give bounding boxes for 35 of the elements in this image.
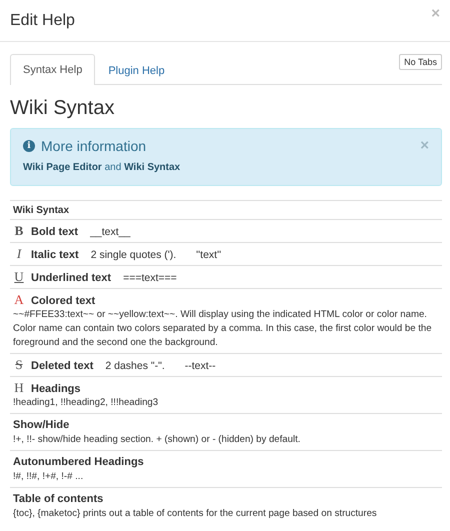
alert-text: Wiki Page Editor and Wiki Syntax: [23, 162, 182, 173]
syntax-example: 2 dashes "-".: [105, 359, 165, 374]
syntax-description: !+, !!- show/hide heading section. + (shown) or - (hidden) by default.: [13, 433, 302, 447]
syntax-label: Table of contents: [13, 492, 104, 507]
syntax-label: Headings: [31, 382, 81, 397]
dialog-title: Edit Help: [10, 12, 75, 30]
syntax-example: 2 single quotes (').: [90, 248, 176, 263]
alert-title: More information: [41, 138, 146, 154]
syntax-description: !heading1, !!heading2, !!!heading3: [13, 396, 160, 410]
syntax-description: !#, !!#, !+#, !-# ...: [13, 470, 84, 484]
syntax-example: __text__: [90, 225, 130, 240]
syntax-label: Bold text: [31, 225, 78, 240]
syntax-label: Colored text: [31, 294, 96, 309]
syntax-example: ''text'': [196, 248, 222, 263]
info-icon: i: [23, 140, 35, 152]
tab[interactable]: Syntax Help: [10, 54, 96, 85]
syntax-label: Deleted text: [31, 359, 94, 374]
table-header: Wiki Syntax: [13, 205, 70, 216]
format-icon: I: [13, 246, 25, 262]
syntax-label: Underlined text: [31, 271, 112, 286]
syntax-label: Autonumbered Headings: [13, 455, 144, 470]
page-heading: Wiki Syntax: [10, 97, 116, 120]
syntax-example: --text--: [184, 359, 216, 374]
syntax-description: {toc}, {maketoc} prints out a table of contents for the current page based on structures: [13, 507, 378, 521]
syntax-example: ===text===: [123, 271, 177, 286]
no-tabs-button[interactable]: No Tabs: [399, 54, 442, 70]
format-icon: B: [13, 223, 25, 239]
tab[interactable]: Plugin Help: [95, 55, 178, 85]
format-icon: U: [13, 269, 25, 285]
syntax-label: Italic text: [31, 248, 79, 263]
syntax-label: Show/Hide: [13, 418, 70, 433]
syntax-description: ~~#FFEE33:text~~ or ~~yellow:text~~. Will display using the indicated HTML color or color name. Color name can contain two colors separated by a comma. In this case, the first color would be the foreground and the second one the background.: [13, 308, 433, 350]
format-icon: H: [13, 380, 25, 396]
format-icon: S: [13, 357, 25, 373]
format-icon: A: [13, 292, 25, 308]
